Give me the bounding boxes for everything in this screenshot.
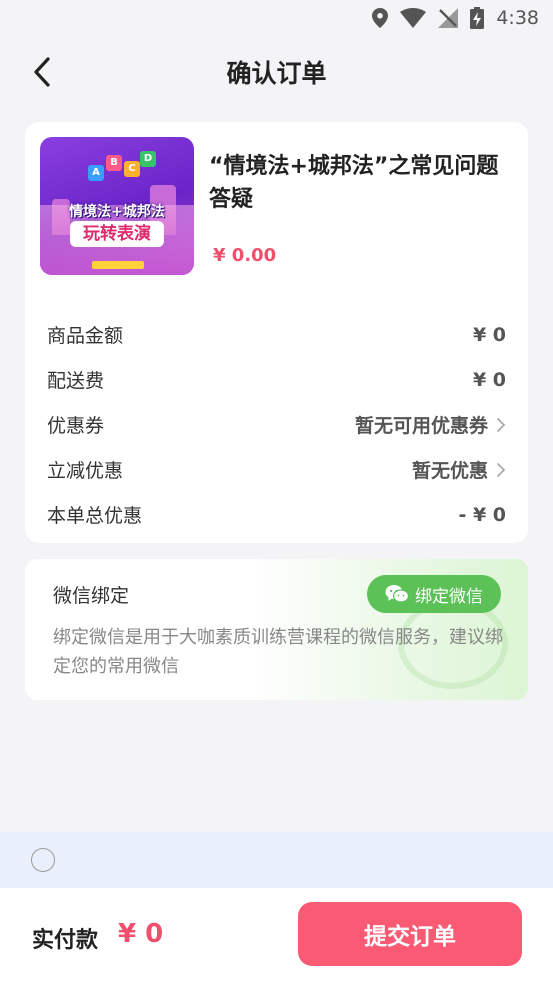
chevron-right-icon xyxy=(497,417,506,432)
summary-label: 优惠券 xyxy=(47,415,105,437)
chevron-left-icon xyxy=(34,57,50,87)
bind-wechat-label: 绑定微信 xyxy=(415,586,483,607)
product-title: “情境法+城邦法”之常见问题答疑 xyxy=(209,154,499,212)
location-icon xyxy=(372,8,389,28)
summary-row-goods-amount: 商品金额 ¥ 0 xyxy=(25,312,528,357)
wifi-icon xyxy=(400,8,427,28)
summary-value: 暂无优惠 xyxy=(411,460,488,482)
summary-value: ¥ 0 xyxy=(472,368,506,391)
no-signal-icon xyxy=(438,8,459,28)
battery-charging-icon xyxy=(470,7,485,29)
summary-row-delivery-fee: 配送费 ¥ 0 xyxy=(25,357,528,402)
summary-value: - ¥ 0 xyxy=(458,503,506,526)
product-price: ¥ 0.00 xyxy=(213,245,277,266)
status-bar: 4:38 xyxy=(0,0,553,36)
thumbnail-footer-strip xyxy=(92,261,144,269)
status-time: 4:38 xyxy=(496,7,539,29)
wechat-binding-card: 微信绑定 绑定微信 绑定微信是用于大咖素质训练营课程的微信服务，建议绑定您的常用… xyxy=(25,559,528,700)
wechat-binding-description: 绑定微信是用于大咖素质训练营课程的微信服务，建议绑定您的常用微信 xyxy=(53,627,503,677)
summary-value: 暂无可用优惠券 xyxy=(354,415,488,437)
agreement-bar xyxy=(0,832,553,888)
order-summary: 商品金额 ¥ 0 配送费 ¥ 0 优惠券 暂无可用优惠券 立减优惠 暂无优惠 本… xyxy=(25,312,528,537)
summary-label: 商品金额 xyxy=(47,325,124,347)
back-button[interactable] xyxy=(22,52,62,92)
thumbnail-subtitle: 玩转表演 xyxy=(70,221,164,247)
bottom-bar: 实付款 ¥ 0 提交订单 xyxy=(0,888,553,982)
coupon-value[interactable]: 暂无可用优惠券 xyxy=(355,411,506,438)
summary-row-coupon[interactable]: 优惠券 暂无可用优惠券 xyxy=(25,402,528,447)
summary-row-total-discount: 本单总优惠 - ¥ 0 xyxy=(25,492,528,537)
chevron-right-icon xyxy=(497,462,506,477)
summary-row-instant-discount[interactable]: 立减优惠 暂无优惠 xyxy=(25,447,528,492)
discount-value[interactable]: 暂无优惠 xyxy=(412,456,506,483)
pay-label: 实付款 xyxy=(32,928,99,953)
product-thumbnail[interactable]: A B C D 情境法+城邦法 玩转表演 xyxy=(40,137,194,275)
submit-order-button[interactable]: 提交订单 xyxy=(298,902,522,966)
wechat-icon xyxy=(385,585,409,603)
summary-label: 配送费 xyxy=(47,370,105,392)
summary-label: 立减优惠 xyxy=(47,460,124,482)
thumbnail-title: 情境法+城邦法 xyxy=(69,204,165,220)
thumbnail-letter-blocks: A B C D xyxy=(88,151,156,191)
page-title: 确认订单 xyxy=(226,59,327,88)
pay-amount: ¥ 0 xyxy=(118,919,164,949)
order-card: A B C D 情境法+城邦法 玩转表演 “情境法+城邦法”之常见问题答疑 ¥ … xyxy=(25,122,528,543)
summary-value: ¥ 0 xyxy=(472,323,506,346)
wechat-binding-title: 微信绑定 xyxy=(53,585,130,607)
bind-wechat-button[interactable]: 绑定微信 xyxy=(367,575,501,613)
agreement-radio[interactable] xyxy=(31,848,55,872)
nav-bar: 确认订单 xyxy=(0,40,553,104)
summary-label: 本单总优惠 xyxy=(47,505,143,527)
